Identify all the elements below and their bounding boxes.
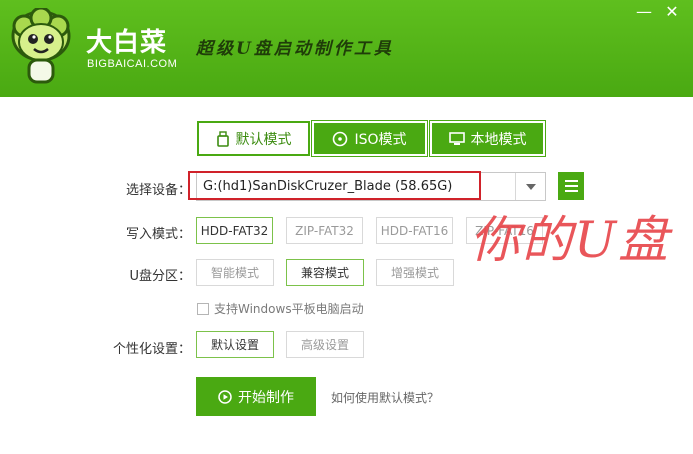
app-slogan: 超级U盘启动制作工具 [196, 39, 394, 59]
app-header: 大白菜 BIGBAICAI.COM 超级U盘启动制作工具 — ✕ [0, 0, 693, 97]
menu-button[interactable] [558, 172, 584, 200]
partition-smart[interactable]: 智能模式 [196, 259, 274, 286]
tab-local-mode[interactable]: 本地模式 [430, 121, 545, 156]
write-mode-hdd-fat32[interactable]: HDD-FAT32 [196, 217, 273, 244]
menu-icon [564, 180, 578, 182]
cabbage-mascot-logo [11, 8, 71, 84]
tab-iso-mode[interactable]: ISO模式 [312, 121, 427, 156]
device-label: 选择设备： [125, 183, 191, 198]
device-select[interactable]: G:(hd1)SanDiskCruzer_Blade (58.65G) [196, 172, 546, 201]
partition-enhanced[interactable]: 增强模式 [376, 259, 454, 286]
write-mode-hdd-fat16[interactable]: HDD-FAT16 [376, 217, 453, 244]
dropdown-arrow-icon[interactable] [515, 173, 545, 200]
partition-compatible[interactable]: 兼容模式 [286, 259, 364, 286]
write-mode-label: 写入模式： [125, 227, 191, 242]
start-button-label: 开始制作 [238, 389, 294, 406]
brand-name: 大白菜 [86, 28, 168, 58]
personalize-default[interactable]: 默认设置 [196, 331, 274, 358]
tab-iso-label: ISO模式 [354, 131, 407, 148]
windows-tablet-option[interactable]: 支持Windows平板电脑启动 [197, 300, 364, 317]
play-icon [218, 389, 232, 404]
personalize-advanced[interactable]: 高级设置 [286, 331, 364, 358]
personalize-label: 个性化设置： [112, 342, 191, 357]
partition-label: U盘分区： [129, 269, 191, 284]
minimize-button[interactable]: — [632, 2, 656, 22]
windows-tablet-checkbox[interactable] [197, 302, 209, 315]
help-link[interactable]: 如何使用默认模式？ [331, 389, 439, 406]
tab-default-label: 默认模式 [235, 131, 292, 148]
write-mode-zip-fat16[interactable]: ZIP-FAT16 [466, 217, 543, 244]
tab-default-mode[interactable]: 默认模式 [197, 121, 310, 156]
monitor-icon [448, 131, 465, 145]
device-value: G:(hd1)SanDiskCruzer_Blade (58.65G) [203, 179, 453, 194]
windows-tablet-label: 支持Windows平板电脑启动 [214, 302, 364, 316]
start-button[interactable]: 开始制作 [196, 377, 316, 416]
tab-local-label: 本地模式 [470, 131, 527, 148]
close-button[interactable]: ✕ [660, 2, 684, 22]
disc-icon [333, 131, 348, 146]
write-mode-zip-fat32[interactable]: ZIP-FAT32 [286, 217, 363, 244]
usb-icon [216, 130, 229, 147]
brand-domain: BIGBAICAI.COM [87, 58, 178, 70]
